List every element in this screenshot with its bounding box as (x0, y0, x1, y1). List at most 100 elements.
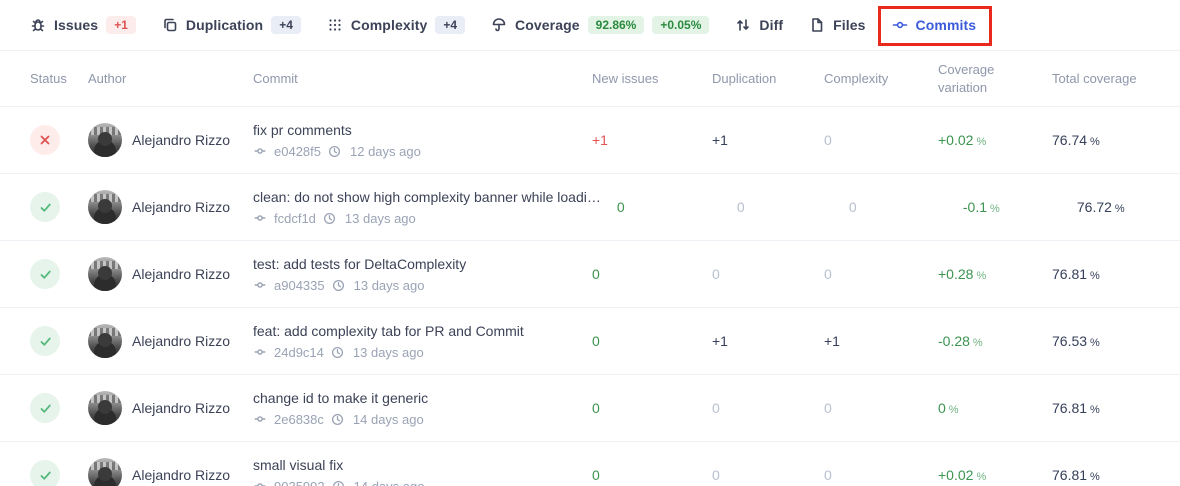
coverage-badge: +0.05% (652, 16, 710, 34)
commit-hash[interactable]: fcdcf1d (274, 211, 316, 226)
column-header-status: Status (30, 70, 67, 86)
tab-label: Complexity (350, 17, 428, 33)
commit-hash[interactable]: e0428f5 (274, 144, 321, 159)
author-cell: Alejandro Rizzo (88, 391, 253, 425)
avatar (88, 123, 122, 157)
new-issues-value: 0 (592, 333, 600, 349)
complexity-badge: +4 (435, 16, 466, 34)
tab-complexity[interactable]: Complexity +4 (327, 8, 466, 42)
commit-hash-icon (253, 412, 267, 426)
status-success-icon (30, 393, 60, 423)
new-issues-value: 0 (592, 467, 600, 483)
percent-sign: % (1090, 337, 1100, 349)
status-cell (30, 125, 88, 155)
duplication-value: 0 (712, 467, 720, 483)
commit-message: feat: add complexity tab for PR and Comm… (253, 322, 524, 339)
status-cell (30, 393, 88, 423)
commit-hash[interactable]: 2e6838c (274, 412, 324, 427)
status-success-icon (30, 460, 60, 486)
percent-sign: % (976, 270, 987, 282)
table-row[interactable]: Alejandro Rizzo test: add tests for Delt… (0, 241, 1180, 308)
tab-coverage[interactable]: Coverage 92.86% +0.05% (491, 8, 710, 42)
commit-cell: change id to make it generic 2e6838c 14 … (253, 390, 592, 427)
issues-badge: +1 (106, 16, 136, 34)
clock-icon (331, 413, 344, 426)
commit-hash-icon (253, 144, 267, 158)
clock-icon (323, 212, 336, 225)
author-name: Alejandro Rizzo (132, 467, 231, 483)
tab-issues[interactable]: Issues +1 (30, 8, 136, 42)
commit-hash-icon (253, 479, 267, 486)
table-row[interactable]: Alejandro Rizzo fix pr comments e0428f5 … (0, 107, 1180, 174)
percent-sign: % (1114, 203, 1125, 215)
commit-hash-icon (253, 211, 267, 225)
complexity-value: 0 (824, 132, 832, 148)
coverage-variation-value: -0.1% (962, 199, 1000, 215)
status-success-icon (30, 192, 60, 222)
commit-message: small visual fix (253, 456, 344, 473)
new-issues-value: 0 (592, 400, 600, 416)
metrics-tabbar: Issues +1 Duplication +4 Complexity +4 C… (0, 0, 1180, 51)
table-row[interactable]: Alejandro Rizzo feat: add complexity tab… (0, 308, 1180, 375)
coverage-variation-value: +0.02% (938, 467, 987, 483)
commit-age: 14 days ago (353, 478, 425, 486)
commit-cell: clean: do not show high complexity banne… (253, 189, 617, 226)
percent-sign: % (976, 136, 987, 148)
complexity-value: 0 (824, 400, 832, 416)
tab-commits[interactable]: Commits (877, 6, 993, 46)
commit-icon (892, 17, 908, 33)
duplication-value: 0 (712, 266, 720, 282)
commit-cell: small visual fix 9035992 14 days ago (253, 457, 592, 486)
author-name: Alejandro Rizzo (132, 266, 231, 282)
duplication-badge: +4 (271, 16, 301, 34)
column-header-coverage-variation: Coverage variation (938, 61, 995, 95)
clock-icon (328, 145, 341, 158)
commit-hash[interactable]: 24d9c14 (274, 345, 324, 360)
status-success-icon (30, 326, 60, 356)
status-success-icon (30, 259, 60, 289)
duplication-value: 0 (712, 400, 720, 416)
avatar (88, 257, 122, 291)
tab-diff[interactable]: Diff (735, 9, 783, 41)
status-failure-icon (30, 125, 60, 155)
column-header-total-coverage: Total coverage (1052, 70, 1137, 86)
avatar (88, 190, 122, 224)
column-header-duplication: Duplication (712, 70, 777, 86)
complexity-value: 0 (824, 467, 832, 483)
umbrella-icon (491, 17, 507, 33)
column-header-new-issues: New issues (592, 70, 659, 86)
coverage-variation-value: -0.28% (938, 333, 983, 349)
clock-icon (332, 279, 345, 292)
status-cell (30, 259, 88, 289)
author-cell: Alejandro Rizzo (88, 324, 253, 358)
status-cell (30, 192, 88, 222)
commit-hash-icon (253, 278, 267, 292)
tab-files[interactable]: Files (809, 9, 865, 41)
tab-duplication[interactable]: Duplication +4 (162, 8, 301, 42)
commits-table-body: Alejandro Rizzo fix pr comments e0428f5 … (0, 107, 1180, 486)
grid-icon (327, 17, 343, 33)
status-cell (30, 326, 88, 356)
tab-label: Files (833, 17, 866, 33)
percent-sign: % (948, 404, 959, 416)
total-coverage-value: 76.81% (1052, 467, 1100, 483)
author-cell: Alejandro Rizzo (88, 190, 253, 224)
author-name: Alejandro Rizzo (132, 333, 231, 349)
commit-message: change id to make it generic (253, 389, 429, 406)
table-row[interactable]: Alejandro Rizzo small visual fix 9035992… (0, 442, 1180, 486)
percent-sign: % (976, 471, 987, 483)
avatar (88, 324, 122, 358)
commit-hash[interactable]: 9035992 (274, 479, 325, 486)
coverage-variation-value: +0.02% (938, 132, 987, 148)
duplication-value: +1 (712, 132, 728, 148)
column-header-commit: Commit (253, 70, 298, 86)
percent-sign: % (1090, 471, 1100, 483)
percent-sign: % (1090, 136, 1100, 148)
commit-hash[interactable]: a904335 (274, 278, 325, 293)
table-row[interactable]: Alejandro Rizzo clean: do not show high … (0, 174, 1180, 241)
commit-message: fix pr comments (253, 121, 352, 138)
table-row[interactable]: Alejandro Rizzo change id to make it gen… (0, 375, 1180, 442)
column-header-author: Author (88, 70, 127, 86)
total-coverage-value: 76.81% (1052, 266, 1100, 282)
file-icon (809, 17, 825, 33)
